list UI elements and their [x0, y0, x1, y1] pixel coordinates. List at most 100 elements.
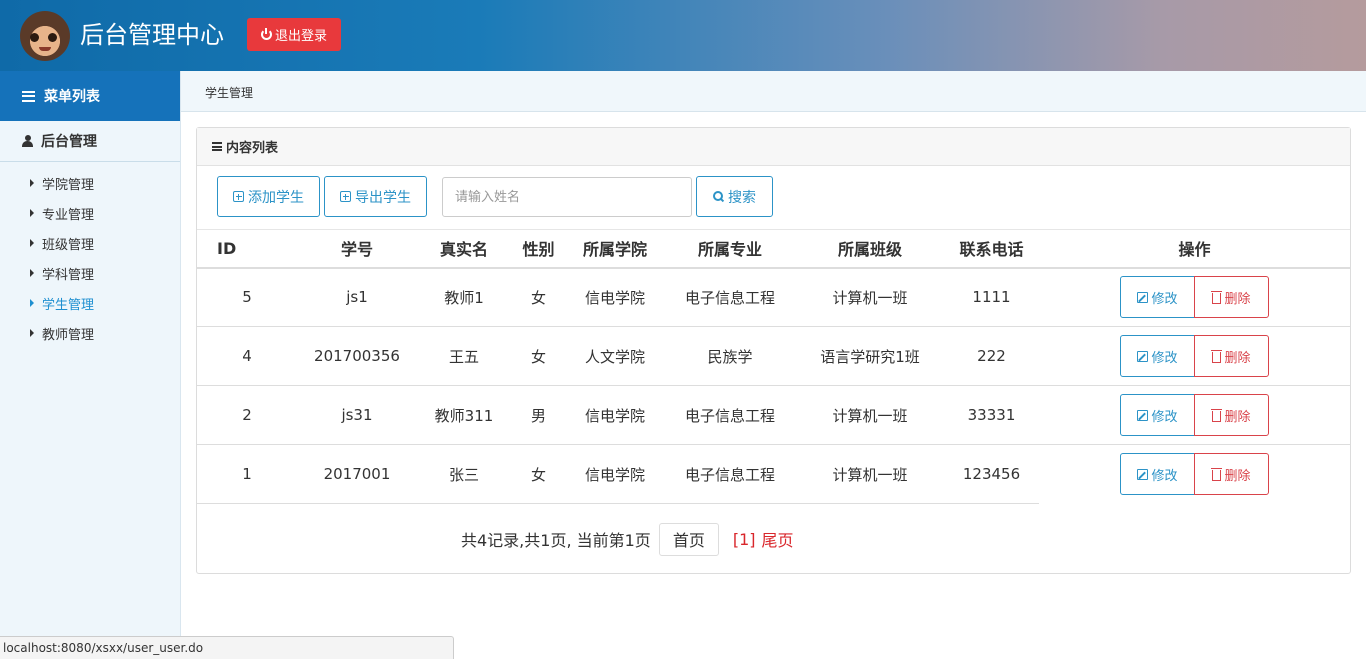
avatar [20, 11, 70, 61]
search-icon [713, 191, 724, 202]
delete-button[interactable]: 删除 [1194, 453, 1269, 496]
last-page-link[interactable]: 尾页 [762, 527, 794, 551]
sidebar-item-major[interactable]: 专业管理 [0, 198, 180, 228]
col-header: 真实名 [417, 229, 511, 269]
col-header: 所属班级 [796, 229, 944, 269]
menu-title: 菜单列表 [44, 89, 100, 105]
search-button[interactable]: 搜索 [696, 176, 773, 217]
cell-college: 信电学院 [566, 267, 664, 327]
sidebar-item-teacher[interactable]: 教师管理 [0, 318, 180, 348]
cell-id: 5 [197, 267, 297, 327]
pager-summary: 共4记录,共1页, 当前第1页 [461, 531, 651, 550]
delete-label: 删除 [1224, 291, 1251, 307]
caret-right-icon [30, 239, 34, 247]
cell-name: 王五 [417, 326, 511, 386]
sidebar-item-label: 学生管理 [42, 297, 95, 313]
caret-right-icon [30, 329, 34, 337]
delete-button[interactable]: 删除 [1194, 394, 1269, 436]
cell-id: 4 [197, 326, 297, 386]
col-header: 学号 [297, 229, 417, 269]
search-input[interactable] [442, 177, 692, 217]
trash-icon [1211, 290, 1223, 304]
cell-college: 信电学院 [566, 444, 664, 504]
menu-header: 菜单列表 [0, 71, 180, 121]
edit-label: 修改 [1151, 409, 1178, 425]
cell-gender: 男 [511, 385, 566, 445]
edit-icon [1137, 350, 1149, 362]
student-table: ID 学号 真实名 性别 所属学院 所属专业 所属班级 联系电话 操作 5 js… [197, 229, 1350, 504]
bars-icon [212, 142, 222, 151]
caret-right-icon [30, 179, 34, 187]
sidebar-item-label: 班级管理 [42, 237, 95, 253]
export-student-button[interactable]: 导出学生 [324, 176, 427, 217]
edit-button[interactable]: 修改 [1120, 453, 1195, 496]
search-label: 搜索 [728, 189, 756, 206]
sidebar-item-student[interactable]: 学生管理 [0, 288, 180, 318]
edit-icon [1137, 291, 1149, 303]
logout-button[interactable]: 退出登录 [247, 18, 341, 51]
edit-label: 修改 [1151, 350, 1178, 366]
cell-class: 计算机一班 [796, 267, 944, 327]
edit-label: 修改 [1151, 291, 1178, 307]
col-header: 性别 [511, 229, 566, 269]
add-student-button[interactable]: 添加学生 [217, 176, 320, 217]
cell-major: 电子信息工程 [664, 385, 796, 445]
cell-id: 1 [197, 444, 297, 504]
plus-square-icon [233, 191, 244, 202]
panel-header: 内容列表 [197, 128, 1350, 166]
col-header: 联系电话 [944, 229, 1039, 269]
sidebar-item-label: 教师管理 [42, 327, 95, 343]
cell-actions: 修改 删除 [1039, 445, 1350, 504]
delete-button[interactable]: 删除 [1194, 276, 1269, 319]
cell-phone: 123456 [944, 444, 1039, 504]
plus-square-icon [340, 191, 351, 202]
edit-button[interactable]: 修改 [1120, 394, 1195, 436]
cell-actions: 修改 删除 [1039, 385, 1350, 445]
cell-phone: 1111 [944, 267, 1039, 327]
trash-icon [1211, 349, 1223, 363]
first-page-button[interactable]: 首页 [658, 522, 719, 556]
power-icon [260, 28, 272, 40]
trash-icon [1211, 408, 1223, 422]
col-header: ID [197, 229, 297, 269]
edit-icon [1137, 468, 1149, 480]
sidebar-item-class[interactable]: 班级管理 [0, 228, 180, 258]
cell-student-no: js1 [297, 267, 417, 327]
cell-student-no: 2017001 [297, 444, 417, 504]
cell-class: 计算机一班 [796, 444, 944, 504]
table-header-row: ID 学号 真实名 性别 所属学院 所属专业 所属班级 联系电话 操作 [197, 229, 1350, 269]
sidebar-item-college[interactable]: 学院管理 [0, 168, 180, 198]
browser-status-bar: localhost:8080/xsxx/user_user.do [0, 636, 454, 659]
sidebar-item-subject[interactable]: 学科管理 [0, 258, 180, 288]
app-title: 后台管理中心 [80, 21, 224, 49]
edit-button[interactable]: 修改 [1120, 276, 1195, 319]
cell-class: 语言学研究1班 [796, 326, 944, 386]
sidebar-section-admin[interactable]: 后台管理 [0, 121, 180, 162]
edit-button[interactable]: 修改 [1120, 335, 1195, 377]
page-link-current[interactable]: [1] [733, 530, 756, 549]
cell-gender: 女 [511, 326, 566, 386]
cell-name: 张三 [417, 444, 511, 504]
cell-major: 电子信息工程 [664, 267, 796, 327]
status-url: localhost:8080/xsxx/user_user.do [3, 641, 204, 655]
breadcrumb-current: 学生管理 [205, 86, 254, 100]
add-student-label: 添加学生 [248, 189, 304, 206]
content-panel: 内容列表 添加学生 导出学生 搜索 ID 学号 真实名 性别 所属学院 所属专业… [196, 127, 1351, 574]
table-row: 2 js31 教师311 男 信电学院 电子信息工程 计算机一班 33331 修… [197, 385, 1350, 445]
caret-right-icon [30, 209, 34, 217]
user-icon [22, 135, 33, 147]
logout-label: 退出登录 [274, 29, 327, 44]
table-row: 5 js1 教师1 女 信电学院 电子信息工程 计算机一班 1111 修改 删除 [197, 267, 1350, 327]
cell-phone: 33331 [944, 385, 1039, 445]
cell-name: 教师311 [417, 385, 511, 445]
col-header: 操作 [1039, 229, 1350, 269]
delete-button[interactable]: 删除 [1194, 335, 1269, 377]
toolbar: 添加学生 导出学生 [217, 176, 427, 217]
table-row: 1 2017001 张三 女 信电学院 电子信息工程 计算机一班 123456 … [197, 444, 1350, 504]
list-icon [22, 90, 35, 102]
cell-class: 计算机一班 [796, 385, 944, 445]
cell-name: 教师1 [417, 267, 511, 327]
caret-right-icon [30, 299, 34, 307]
sidebar-item-label: 学院管理 [42, 177, 95, 193]
table-row: 4 201700356 王五 女 人文学院 民族学 语言学研究1班 222 修改… [197, 326, 1350, 386]
